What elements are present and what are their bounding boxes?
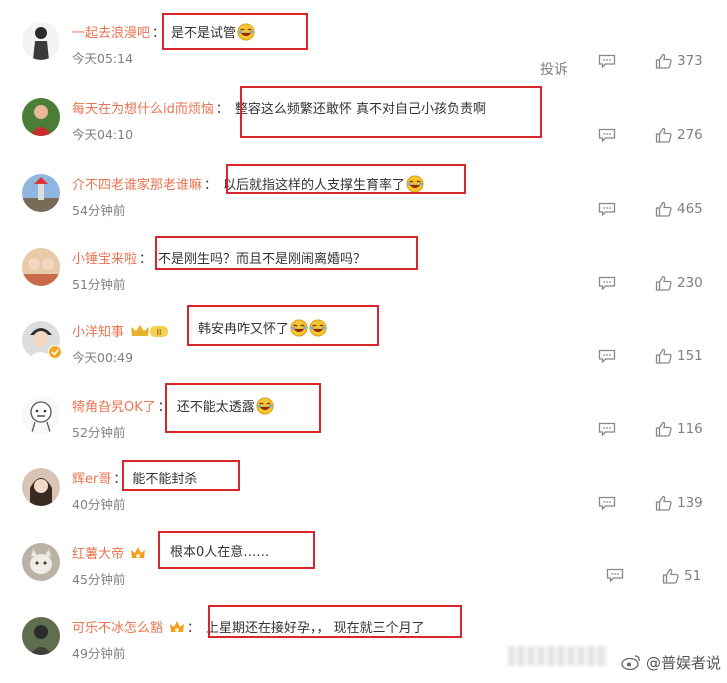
comment-text: 不是刚生吗？而且不是刚闹离婚吗？ — [158, 252, 367, 267]
colon: ： — [152, 26, 166, 41]
report-button[interactable]: 投诉 — [540, 59, 568, 79]
comment-text: 能不能封杀 — [132, 472, 198, 487]
blurred-text — [508, 646, 608, 666]
comment-item: 每天在为想什么id而烦恼： 整容这么频繁还敢怀 真不对自己小孩负责啊 今天04:1… — [0, 90, 727, 164]
username[interactable]: 红薯大帝 — [72, 547, 124, 562]
colon: ： — [187, 621, 201, 636]
like-icon[interactable] — [655, 127, 672, 143]
laugh-emoji-icon — [237, 23, 255, 41]
comment-text: 整容这么频繁还敢怀 真不对自己小孩负责啊 — [234, 102, 487, 117]
like-icon[interactable] — [655, 495, 672, 511]
comment-item: 小锤宝来啦： 不是刚生吗？而且不是刚闹离婚吗？ 51分钟前 230 — [0, 240, 727, 314]
avatar[interactable] — [22, 617, 60, 655]
reply-icon[interactable] — [606, 568, 624, 582]
weibo-logo-icon — [621, 655, 641, 671]
like-count: 151 — [677, 348, 703, 364]
username[interactable]: 每天在为想什么id而烦恼 — [72, 102, 214, 117]
watermark: @普娱者说 — [621, 652, 721, 673]
reply-icon[interactable] — [598, 276, 616, 290]
reply-icon[interactable] — [598, 128, 616, 142]
colon: ： — [139, 252, 153, 267]
comment-time: 今天04:10 — [72, 127, 134, 142]
comment-text: 根本0人在意…… — [170, 545, 270, 560]
username[interactable]: 可乐不冰怎么豁 — [72, 621, 163, 636]
comment-item: 介不四老谁家那老谁嘛： 以后就指这样的人支撑生育率了 54分钟前 465 — [0, 166, 727, 240]
comment-item: 辉er哥： 能不能封杀 40分钟前 139 — [0, 460, 727, 534]
fan-badge-icon — [130, 545, 146, 565]
comment-body: 韩安冉咋又怀了 — [198, 318, 327, 337]
like-count: 230 — [677, 275, 703, 291]
comment-time: 52分钟前 — [72, 425, 126, 440]
reply-icon[interactable] — [598, 54, 616, 68]
like-count: 116 — [677, 421, 703, 437]
username[interactable]: 辉er哥 — [72, 472, 111, 487]
colon: ： — [204, 178, 218, 193]
comment-item: 可乐不冰怎么豁 ： 上星期还在接好孕，， 现在就三个月了 49分钟前 — [0, 609, 727, 683]
username[interactable]: 介不四老谁家那老谁嘛 — [72, 178, 202, 193]
comment-item: 犄角旮旯OK了： 还不能太透露 52分钟前 116 — [0, 388, 727, 462]
like-icon[interactable] — [655, 421, 672, 437]
avatar[interactable] — [22, 468, 60, 506]
username[interactable]: 小锤宝来啦 — [72, 252, 137, 267]
reply-icon[interactable] — [598, 202, 616, 216]
laugh-emoji-icon — [406, 175, 424, 193]
verified-icon — [48, 345, 62, 359]
like-icon[interactable] — [655, 201, 672, 217]
like-count: 373 — [677, 53, 703, 69]
comment-text: 还不能太透露 — [176, 400, 255, 415]
like-icon[interactable] — [655, 275, 672, 291]
like-count: 51 — [684, 568, 702, 584]
svg-text:II: II — [157, 328, 162, 337]
comment-time: 40分钟前 — [72, 497, 126, 512]
like-count: 139 — [677, 495, 703, 511]
laugh-emoji-icon — [290, 319, 308, 337]
like-icon[interactable] — [662, 568, 679, 584]
watermark-text: @普娱者说 — [645, 654, 721, 672]
like-count: 276 — [677, 127, 703, 143]
username[interactable]: 犄角旮旯OK了 — [72, 400, 156, 415]
colon: ： — [113, 472, 127, 487]
comment-item: 一起去浪漫吧： 是不是试管 今天05:14 投诉 373 — [0, 14, 727, 88]
like-icon[interactable] — [655, 53, 672, 69]
vip-crown-icon: II — [130, 323, 170, 343]
reply-icon[interactable] — [598, 496, 616, 510]
comment-text: 韩安冉咋又怀了 — [198, 322, 290, 337]
laugh-emoji-icon — [309, 319, 327, 337]
comment-time: 49分钟前 — [72, 646, 126, 661]
comment-time: 54分钟前 — [72, 203, 126, 218]
username[interactable]: 小洋知事 — [72, 325, 124, 340]
comment-body: 根本0人在意…… — [170, 541, 269, 560]
colon: ： — [215, 102, 229, 117]
avatar[interactable] — [22, 98, 60, 136]
comment-time: 今天00:49 — [72, 350, 134, 365]
reply-icon[interactable] — [598, 422, 616, 436]
fan-badge-icon — [169, 619, 185, 639]
comment-item: 红薯大帝 45分钟前 51 — [0, 535, 727, 609]
username[interactable]: 一起去浪漫吧 — [72, 26, 150, 41]
avatar[interactable] — [22, 174, 60, 212]
like-icon[interactable] — [655, 348, 672, 364]
comment-text: 是不是试管 — [171, 26, 237, 41]
avatar[interactable] — [22, 22, 60, 60]
comment-text: 上星期还在接好孕，， 现在就三个月了 — [206, 621, 425, 636]
colon: ： — [157, 400, 171, 415]
avatar[interactable] — [22, 396, 60, 434]
avatar[interactable] — [22, 543, 60, 581]
comment-text: 以后就指这样的人支撑生育率了 — [223, 178, 406, 193]
avatar[interactable] — [22, 248, 60, 286]
like-count: 465 — [677, 201, 703, 217]
reply-icon[interactable] — [598, 349, 616, 363]
laugh-emoji-icon — [256, 397, 274, 415]
comment-time: 45分钟前 — [72, 572, 126, 587]
comment-time: 51分钟前 — [72, 277, 126, 292]
comment-time: 今天05:14 — [72, 51, 134, 66]
comment-item: 小洋知事 II 今天00:49 151 — [0, 313, 727, 387]
